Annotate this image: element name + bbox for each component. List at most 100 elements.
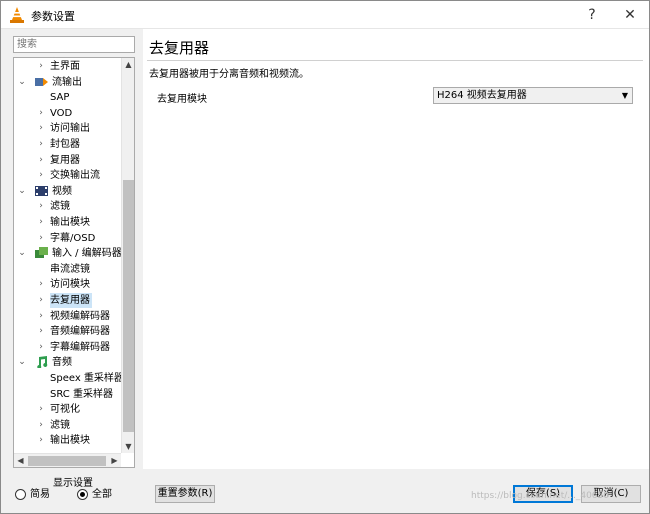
panel-heading: 去复用器 — [149, 39, 210, 57]
radio-all-label: 全部 — [92, 489, 112, 500]
chevron-down-icon[interactable]: ⌄ — [17, 184, 27, 199]
tree-item-label: 输出模块 — [50, 435, 90, 447]
chevron-right-icon[interactable]: › — [36, 137, 46, 152]
tree-item-label: VOD — [50, 107, 73, 119]
chevron-right-icon[interactable]: › — [36, 293, 46, 308]
tree-item[interactable]: › 封包器 — [14, 137, 120, 152]
tree-item[interactable]: › 复用器 — [14, 153, 120, 168]
chevron-down-icon[interactable]: ⌄ — [17, 246, 27, 261]
vlc-cone-icon — [10, 7, 24, 23]
chevron-right-icon[interactable]: › — [36, 59, 46, 74]
chevron-right-icon[interactable]: › — [36, 433, 46, 448]
chevron-right-icon[interactable]: › — [36, 402, 46, 417]
tree-item[interactable]: › 字幕/OSD — [14, 231, 120, 246]
tree-item-label: 访问模块 — [50, 279, 90, 291]
chevron-down-icon[interactable]: ⌄ — [17, 355, 27, 370]
scroll-left-icon[interactable]: ◀ — [14, 454, 27, 467]
display-settings-label: 显示设置 — [53, 478, 93, 489]
tree-item[interactable]: ⌄ 视频 — [14, 184, 120, 199]
demux-module-select[interactable]: H264 视频去复用器 ▼ — [433, 87, 633, 104]
window-title: 参数设置 — [31, 10, 75, 23]
tree-item[interactable]: › 访问模块 — [14, 277, 120, 292]
tree-item[interactable]: › 交换输出流 — [14, 168, 120, 183]
tree-item-label: 视频编解码器 — [50, 310, 110, 322]
settings-panel: 去复用器 去复用器被用于分离音频和视频流。 去复用模块 H264 视频去复用器 … — [143, 29, 649, 469]
tree-item[interactable]: › 滤镜 — [14, 199, 120, 214]
radio-all[interactable]: 全部 — [77, 488, 117, 502]
tree-item-label: 流输出 — [52, 76, 82, 88]
scroll-right-icon[interactable]: ▶ — [108, 454, 121, 467]
tree-item-label: Speex 重采样器 — [50, 373, 124, 384]
tree-item-label: 复用器 — [50, 154, 80, 166]
tree-item[interactable]: SAP — [14, 90, 120, 105]
tree-item[interactable]: ⌄ 流输出 — [14, 75, 120, 90]
scroll-down-icon[interactable]: ▼ — [122, 440, 134, 453]
tree-item-label: 音频 — [52, 357, 72, 369]
video-icon — [35, 185, 48, 196]
tree-item[interactable]: › 输出模块 — [14, 215, 120, 230]
tree-item[interactable]: › 滤镜 — [14, 418, 120, 433]
chevron-right-icon[interactable]: › — [36, 231, 46, 246]
chevron-down-icon[interactable]: ⌄ — [17, 75, 27, 90]
chevron-right-icon[interactable]: › — [36, 168, 46, 183]
title-bar: 参数设置 ? ✕ — [1, 1, 649, 29]
tree-item-label: 封包器 — [50, 139, 80, 150]
tree-item-label: 可视化 — [50, 404, 80, 416]
demux-module-value: H264 视频去复用器 — [437, 90, 527, 101]
tree-item-label: 音频编解码器 — [50, 326, 110, 338]
chevron-right-icon[interactable]: › — [36, 418, 46, 433]
watermark: https://blog.csdn.net/..._40650 — [471, 491, 609, 501]
tree-item[interactable]: SRC 重采样器 — [14, 387, 120, 402]
scroll-up-icon[interactable]: ▲ — [122, 58, 134, 71]
radio-circle — [15, 489, 26, 500]
panel-description: 去复用器被用于分离音频和视频流。 — [149, 69, 309, 80]
reset-button[interactable]: 重置参数(R) — [155, 485, 215, 503]
tree-item[interactable]: › 主界面 — [14, 59, 120, 74]
chevron-right-icon[interactable]: › — [36, 324, 46, 339]
chevron-right-icon[interactable]: › — [36, 106, 46, 121]
radio-simple[interactable]: 简易 — [15, 488, 55, 502]
tree-item[interactable]: › 音频编解码器 — [14, 324, 120, 339]
tree-item-label: 主界面 — [50, 61, 80, 72]
tree-item-label: 交换输出流 — [50, 170, 100, 182]
radio-simple-label: 简易 — [30, 489, 50, 500]
tree-horizontal-scrollbar[interactable]: ◀ ▶ — [14, 453, 121, 467]
search-input[interactable] — [13, 36, 135, 53]
tree-item-label: 串流滤镜 — [50, 263, 90, 275]
close-icon[interactable]: ✕ — [613, 1, 647, 29]
tree-item[interactable]: › 访问输出 — [14, 121, 120, 136]
tree-item-label: 字幕/OSD — [50, 232, 96, 244]
chevron-right-icon[interactable]: › — [36, 121, 46, 136]
scrollbar-thumb[interactable] — [28, 456, 106, 466]
chevron-right-icon[interactable]: › — [36, 215, 46, 230]
tree-item[interactable]: › 视频编解码器 — [14, 309, 120, 324]
chevron-right-icon[interactable]: › — [36, 199, 46, 214]
tree-item-label: 视频 — [52, 185, 72, 197]
chevron-right-icon[interactable]: › — [36, 277, 46, 292]
chevron-right-icon[interactable]: › — [36, 309, 46, 324]
tree-item-label: 滤镜 — [50, 419, 70, 431]
tree-item[interactable]: › 输出模块 — [14, 433, 120, 448]
stream-output-icon — [35, 77, 48, 86]
settings-tree[interactable]: › 输出模块 › 滤镜 › 可视化 SRC 重采样器 Speex 重采样器 ⌄ 音频 › 字幕编解码器… — [13, 57, 135, 468]
tree-item[interactable]: ⌄ 输入 / 编解码器 — [14, 246, 122, 261]
tree-item[interactable]: › 字幕编解码器 — [14, 340, 120, 355]
tree-item-label: SAP — [50, 92, 70, 104]
tree-item[interactable]: › VOD — [14, 106, 120, 121]
tree-item-label: 访问输出 — [50, 123, 90, 135]
tree-item-label: 去复用器 — [50, 293, 92, 308]
tree-item[interactable]: › 可视化 — [14, 402, 120, 417]
help-button[interactable]: ? — [575, 1, 609, 29]
tree-item[interactable]: Speex 重采样器 — [14, 371, 124, 386]
demux-module-label: 去复用模块 — [157, 94, 207, 105]
tree-item-label: 输出模块 — [50, 217, 90, 228]
scrollbar-thumb[interactable] — [123, 180, 134, 432]
chevron-right-icon[interactable]: › — [36, 340, 46, 355]
tree-vertical-scrollbar[interactable]: ▲ ▼ — [121, 58, 134, 453]
tree-item[interactable]: › 去复用器 — [14, 293, 120, 308]
tree-item[interactable]: 串流滤镜 — [14, 262, 120, 277]
tree-item[interactable]: ⌄ 音频 — [14, 355, 120, 370]
audio-icon — [37, 356, 48, 369]
preferences-window: 参数设置 ? ✕ › 输出模块 › 滤镜 › 可视化 SRC 重采样器 Speex 重采样器 ⌄… — [0, 0, 650, 514]
chevron-right-icon[interactable]: › — [36, 153, 46, 168]
